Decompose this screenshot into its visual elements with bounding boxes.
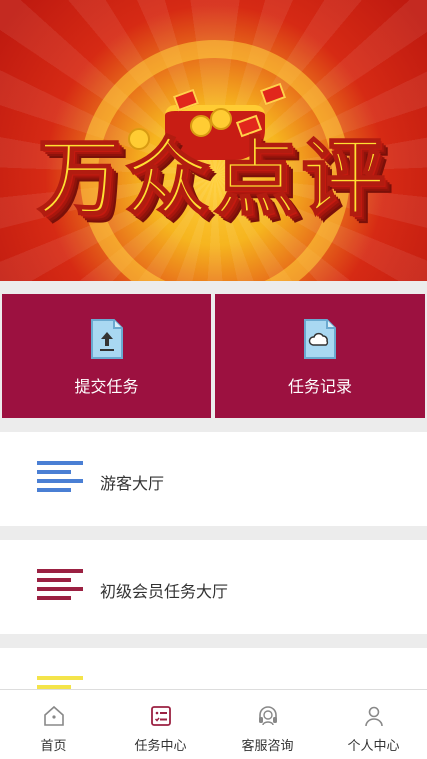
tab-label: 客服咨询 [241, 739, 294, 754]
list-item-label: 初级会员任务大厅 [100, 582, 229, 601]
tab-label: 首页 [40, 739, 67, 754]
bottom-tab-bar: 首页 任务中心 客服咨询 个人中心 [0, 689, 427, 759]
lines-icon [37, 461, 83, 497]
list-item-junior-member-hall[interactable]: 初级会员任务大厅 [0, 540, 427, 634]
tab-customer-service[interactable]: 客服咨询 [214, 690, 321, 759]
tab-task-center[interactable]: 任务中心 [107, 690, 214, 759]
list-item-partial[interactable] [0, 648, 427, 689]
home-icon [43, 705, 64, 726]
submit-task-button[interactable]: 提交任务 [2, 294, 211, 418]
submit-task-label: 提交任务 [74, 377, 139, 396]
lines-icon [37, 569, 83, 605]
task-list-icon [150, 706, 171, 726]
tab-profile[interactable]: 个人中心 [320, 690, 427, 759]
tab-label: 个人中心 [347, 739, 400, 754]
list-item-guest-hall[interactable]: 游客大厅 [0, 432, 427, 526]
tab-home[interactable]: 首页 [0, 690, 107, 759]
action-tiles: 提交任务 任务记录 [0, 294, 427, 418]
hero-banner: 万众点评 [0, 0, 427, 281]
banner-title: 万众点评 [36, 128, 390, 228]
list-item-label: 游客大厅 [100, 474, 165, 493]
user-icon [364, 706, 383, 727]
task-records-button[interactable]: 任务记录 [215, 294, 425, 418]
tab-label: 任务中心 [134, 739, 187, 754]
task-records-label: 任务记录 [287, 377, 352, 396]
headset-icon [258, 706, 277, 726]
upload-file-icon [90, 319, 123, 359]
cloud-file-icon [304, 319, 336, 359]
lines-icon [37, 676, 83, 689]
